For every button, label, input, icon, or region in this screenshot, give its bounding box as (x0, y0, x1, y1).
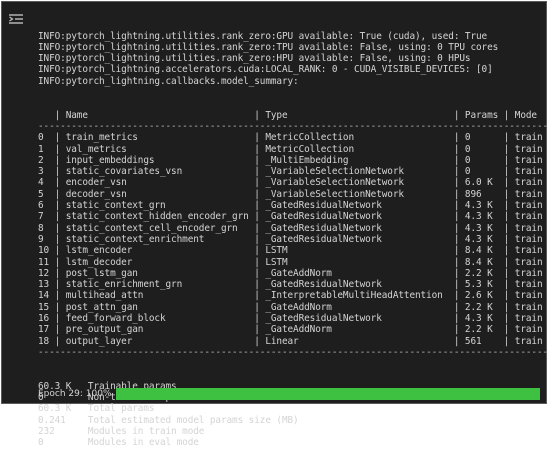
table-header-row: | Name | Type | Params | Mode (38, 109, 537, 121)
table-row: 3 | static_covariates_vsn | _VariableSel… (38, 166, 543, 178)
table-row: 9 | static_context_enrichment | _GatedRe… (38, 233, 543, 245)
table-row: 15 | post_attn_gan | _GateAddNorm | 2.2 … (38, 301, 543, 313)
table-row: 11 | lstm_decoder | LSTM | 8.4 K | train (38, 256, 543, 268)
progress-bar (115, 388, 540, 400)
progress-bar-fill (115, 388, 540, 400)
table-row: 0 | train_metrics | MetricCollection | 0… (38, 132, 543, 144)
output-gutter (2, 2, 30, 403)
console-output: INFO:pytorch_lightning.utilities.rank_ze… (38, 8, 549, 471)
output-cell: INFO:pytorch_lightning.utilities.rank_ze… (1, 1, 548, 448)
table-row: 17 | pre_output_gan | _GateAddNorm | 2.2… (38, 324, 543, 336)
table-row: 7 | static_context_hidden_encoder_grn | … (38, 211, 543, 223)
model-summary-table: | Name | Type | Params | Mode -----------… (38, 109, 549, 359)
log-line: INFO:pytorch_lightning.utilities.rank_ze… (38, 30, 488, 42)
log-line: INFO:pytorch_lightning.utilities.rank_ze… (38, 53, 471, 65)
table-row: 18 | output_layer | Linear | 561 | train (38, 335, 543, 347)
table-row: 4 | encoder_vsn | _VariableSelectionNetw… (38, 177, 543, 189)
summary-line: 232 Modules in train mode (38, 425, 205, 437)
log-line: INFO:pytorch_lightning.utilities.rank_ze… (38, 41, 499, 53)
table-row: 13 | static_enrichment_grn | _GatedResid… (38, 279, 543, 291)
log-line: INFO:pytorch_lightning.callbacks.model_s… (38, 75, 299, 87)
table-row: 6 | static_context_grn | _GatedResidualN… (38, 200, 543, 212)
table-row: 1 | val_metrics | MetricCollection | 0 |… (38, 143, 543, 155)
table-rule: ----------------------------------------… (38, 346, 549, 358)
table-row: 16 | feed_forward_block | _GatedResidual… (38, 313, 543, 325)
progress-row: Epoch 29: 100% (38, 388, 540, 400)
output-toggle-icon[interactable] (8, 12, 24, 26)
table-rule: ----------------------------------------… (38, 120, 549, 132)
log-lines: INFO:pytorch_lightning.utilities.rank_ze… (38, 31, 542, 87)
summary-line: 60.3 K Total params (38, 403, 155, 415)
table-row: 12 | post_lstm_gan | _GateAddNorm | 2.2 … (38, 267, 543, 279)
summary-line: 0 Modules in eval mode (38, 437, 199, 449)
table-row: 8 | static_context_cell_encoder_grn | _G… (38, 222, 543, 234)
table-row: 2 | input_embeddings | _MultiEmbedding |… (38, 154, 543, 166)
table-row: 10 | lstm_encoder | LSTM | 8.4 K | train (38, 245, 543, 257)
log-line: INFO:pytorch_lightning.accelerators.cuda… (38, 64, 493, 76)
summary-line: 0.241 Total estimated model params size … (38, 414, 299, 426)
table-row: 14 | multihead_attn | _InterpretableMult… (38, 290, 543, 302)
progress-label: Epoch 29: 100% (38, 389, 112, 399)
table-row: 5 | decoder_vsn | _VariableSelectionNetw… (38, 188, 543, 200)
